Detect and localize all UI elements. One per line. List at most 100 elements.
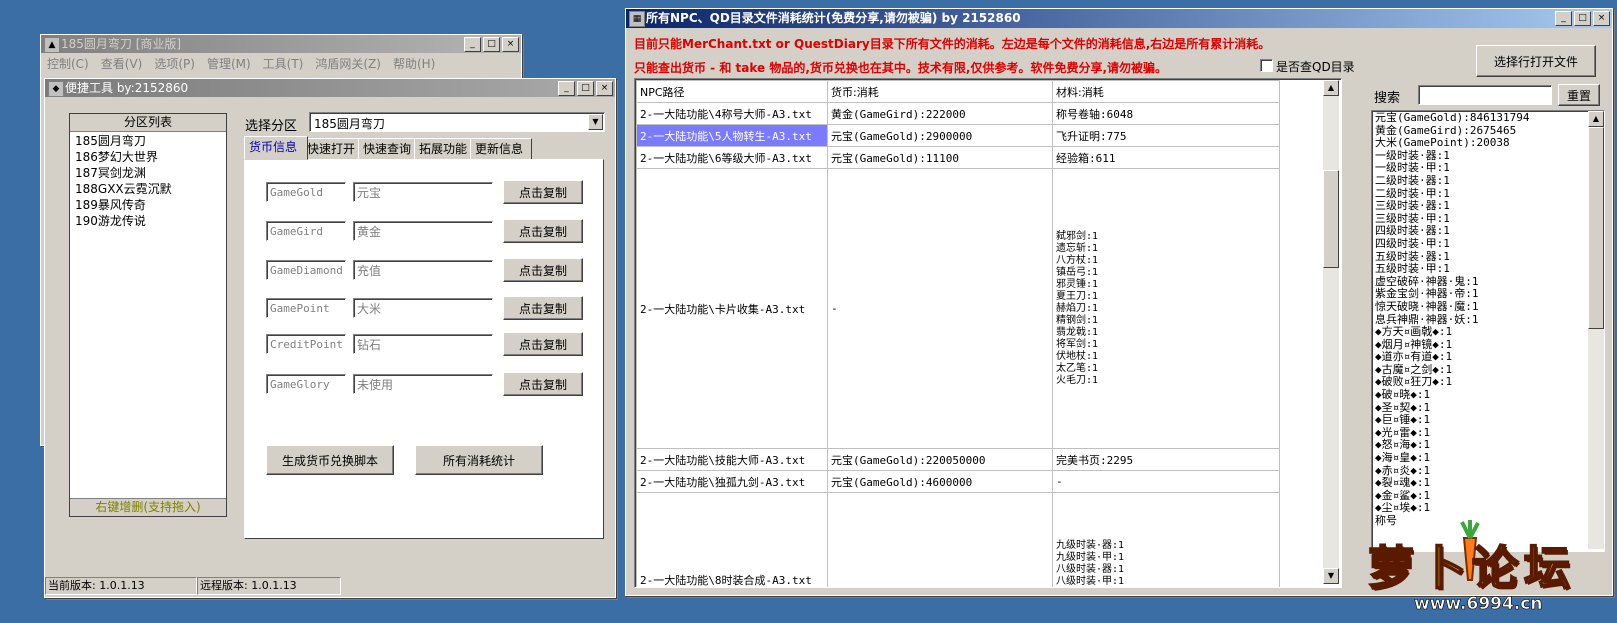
currency-code-field[interactable]: GameGird	[266, 221, 346, 241]
totals-list[interactable]: 元宝(GameGold):846131794 黄金(GameGird):2675…	[1371, 110, 1605, 552]
total-item[interactable]: ◆裂¤魂◆:1	[1375, 477, 1601, 490]
menu-manage[interactable]: 管理(M)	[207, 55, 251, 72]
cell-path[interactable]: 2-一大陆功能\卡片收集-A3.txt	[636, 168, 828, 449]
tool-close-button[interactable]: ×	[596, 81, 613, 96]
partition-item[interactable]: 187冥剑龙渊	[75, 165, 221, 181]
menu-gateway[interactable]: 鸿盾网关(Z)	[315, 55, 381, 72]
totals-scroll-thumb[interactable]	[1588, 127, 1604, 329]
tab-quick-query[interactable]: 快速查询	[358, 138, 420, 160]
total-item[interactable]: 元宝(GameGold):846131794	[1375, 111, 1601, 125]
tool-titlebar[interactable]: ◆ 便捷工具 by:2152860 _ □ ×	[45, 79, 615, 97]
table-row[interactable]: 2-一大陆功能\技能大师-A3.txt 元宝(GameGold):2200500…	[636, 448, 1280, 471]
reset-button[interactable]: 重置	[1558, 84, 1600, 106]
tab-quick-open[interactable]: 快速打开	[302, 138, 364, 160]
cell-material[interactable]: 称号卷轴:6048	[1052, 102, 1280, 125]
close-button[interactable]: ×	[502, 37, 519, 52]
cell-material[interactable]: 完美书页:2295	[1052, 448, 1280, 471]
totals-scroll-up-arrow[interactable]: ▲	[1588, 111, 1604, 127]
cell-path[interactable]: 2-一大陆功能\6等级大师-A3.txt	[636, 146, 828, 169]
cell-currency[interactable]: 黄金(GameGird):222000	[827, 102, 1053, 125]
menu-help[interactable]: 帮助(H)	[393, 55, 435, 72]
minimize-button[interactable]: _	[464, 37, 481, 52]
currency-name-field[interactable]: 钻石	[353, 334, 493, 354]
scroll-thumb[interactable]	[1323, 170, 1339, 268]
cell-material[interactable]: 弑邪剑:1 遗忘斩:1 八方杖:1 镇岳弓:1 邪灵锤:1 夏王刀:1 赫焰刀:…	[1052, 168, 1280, 449]
stats-minimize-button[interactable]: _	[1555, 11, 1572, 26]
copy-button[interactable]: 点击复制	[503, 180, 583, 204]
copy-button[interactable]: 点击复制	[503, 332, 583, 356]
tool-maximize-button[interactable]: □	[577, 81, 594, 96]
copy-button[interactable]: 点击复制	[503, 372, 583, 396]
cell-material[interactable]: 九级时装·器:1 九级时装·甲:1 八级时装·器:1 八级时装·甲:1	[1052, 492, 1280, 587]
total-item[interactable]: ◆方天¤画戟◆:1	[1375, 325, 1601, 339]
total-item[interactable]: 二级时装·器:1	[1375, 174, 1601, 188]
tab-currency[interactable]: 货币信息	[244, 136, 308, 160]
copy-button[interactable]: 点击复制	[503, 258, 583, 282]
tool-minimize-button[interactable]: _	[558, 81, 575, 96]
table-row[interactable]: 2-一大陆功能\独孤九剑-A3.txt 元宝(GameGold):4600000…	[636, 470, 1280, 493]
qd-checkbox-label[interactable]: 是否查QD目录	[1276, 58, 1355, 75]
cell-path[interactable]: 2-一大陆功能\独孤九剑-A3.txt	[636, 470, 828, 493]
cell-material[interactable]: -	[1052, 470, 1280, 493]
generate-script-button[interactable]: 生成货币兑换脚本	[266, 445, 394, 475]
cell-path[interactable]: 2-一大陆功能\4称号大师-A3.txt	[636, 102, 828, 125]
cell-material[interactable]: 经验箱:611	[1052, 146, 1280, 169]
partition-item[interactable]: 188GXX云霓沉默	[75, 181, 221, 197]
cell-currency[interactable]: 元宝(GameGold):2900000	[827, 124, 1053, 147]
menu-options[interactable]: 选项(P)	[154, 55, 195, 72]
total-item[interactable]: 大米(GamePoint):20038	[1375, 137, 1601, 150]
currency-name-field[interactable]: 元宝	[353, 182, 493, 202]
currency-code-field[interactable]: GameDiamond	[266, 260, 346, 280]
table-row[interactable]: 2-一大陆功能\卡片收集-A3.txt - 弑邪剑:1 遗忘斩:1 八方杖:1 …	[636, 168, 1280, 449]
table-row[interactable]: 2-一大陆功能\4称号大师-A3.txt 黄金(GameGird):222000…	[636, 102, 1280, 125]
cell-currency[interactable]: -	[827, 168, 1053, 449]
currency-name-field[interactable]: 大米	[353, 298, 493, 318]
main-app-titlebar[interactable]: ▲ 185圆月弯刀 [商业版] _ □ ×	[41, 35, 521, 53]
total-item[interactable]: ◆尘¤埃◆:1	[1375, 502, 1601, 515]
cell-path[interactable]: 2-一大陆功能\技能大师-A3.txt	[636, 448, 828, 471]
open-file-button[interactable]: 选择行打开文件	[1476, 45, 1596, 77]
total-item[interactable]: 五级时装·甲:1	[1375, 263, 1601, 276]
total-item[interactable]: 三级时装·器:1	[1375, 200, 1601, 213]
cell-currency[interactable]: 元宝(GameGold):11100	[827, 146, 1053, 169]
currency-code-field[interactable]: GameGlory	[266, 374, 346, 394]
scroll-down-arrow[interactable]: ▼	[1323, 568, 1339, 584]
partition-item[interactable]: 189暴风传奇	[75, 197, 221, 213]
qd-checkbox[interactable]	[1260, 59, 1273, 72]
search-input[interactable]	[1418, 85, 1552, 105]
currency-name-field[interactable]: 未使用	[353, 374, 493, 394]
total-item[interactable]: ◆巨¤锤◆:1	[1375, 414, 1601, 427]
tab-extensions[interactable]: 拓展功能	[414, 138, 476, 160]
column-header-path[interactable]: NPC路径	[636, 80, 828, 103]
table-row[interactable]: 2-一大陆功能\6等级大师-A3.txt 元宝(GameGold):11100 …	[636, 146, 1280, 169]
cell-currency[interactable]	[827, 492, 1053, 587]
scroll-up-arrow[interactable]: ▲	[1323, 80, 1339, 96]
column-header-currency[interactable]: 货币:消耗	[827, 80, 1053, 103]
table-row[interactable]: 2-一大陆功能\5人物转生-A3.txt 元宝(GameGold):290000…	[636, 124, 1280, 147]
partition-select[interactable]: 185圆月弯刀 ▼	[309, 112, 605, 132]
total-item[interactable]: ◆海¤皇◆:1	[1375, 451, 1601, 465]
all-stats-button[interactable]: 所有消耗统计	[415, 445, 543, 475]
total-item[interactable]: ◆道亦¤有道◆:1	[1375, 351, 1601, 364]
total-item[interactable]: 四级时装·甲:1	[1375, 237, 1601, 251]
total-item[interactable]: 惊天破晓·神器·魔:1	[1375, 300, 1601, 314]
column-header-material[interactable]: 材料:消耗	[1052, 80, 1280, 103]
chevron-down-icon[interactable]: ▼	[588, 114, 603, 130]
tab-update-info[interactable]: 更新信息	[470, 138, 532, 160]
copy-button[interactable]: 点击复制	[503, 296, 583, 320]
copy-button[interactable]: 点击复制	[503, 219, 583, 243]
cell-currency[interactable]: 元宝(GameGold):4600000	[827, 470, 1053, 493]
cell-path-selected[interactable]: 2-一大陆功能\5人物转生-A3.txt	[636, 124, 828, 147]
partition-item[interactable]: 185圆月弯刀	[75, 133, 221, 149]
currency-name-field[interactable]: 黄金	[353, 221, 493, 241]
currency-code-field[interactable]: GamePoint	[266, 298, 346, 318]
partition-item[interactable]: 190游龙传说	[75, 213, 221, 229]
menu-control[interactable]: 控制(C)	[47, 55, 89, 72]
table-scrollbar[interactable]: ▲ ▼	[1323, 80, 1339, 584]
total-item[interactable]: ◆破¤晓◆:1	[1375, 388, 1601, 402]
stats-titlebar[interactable]: ▦ 所有NPC、QD目录文件消耗统计(免费分享,请勿被骗) by 2152860…	[626, 9, 1612, 28]
partition-list-header[interactable]: 分区列表	[70, 114, 226, 132]
stats-maximize-button[interactable]: □	[1574, 11, 1591, 26]
currency-code-field[interactable]: GameGold	[266, 182, 346, 202]
currency-code-field[interactable]: CreditPoint	[266, 334, 346, 354]
